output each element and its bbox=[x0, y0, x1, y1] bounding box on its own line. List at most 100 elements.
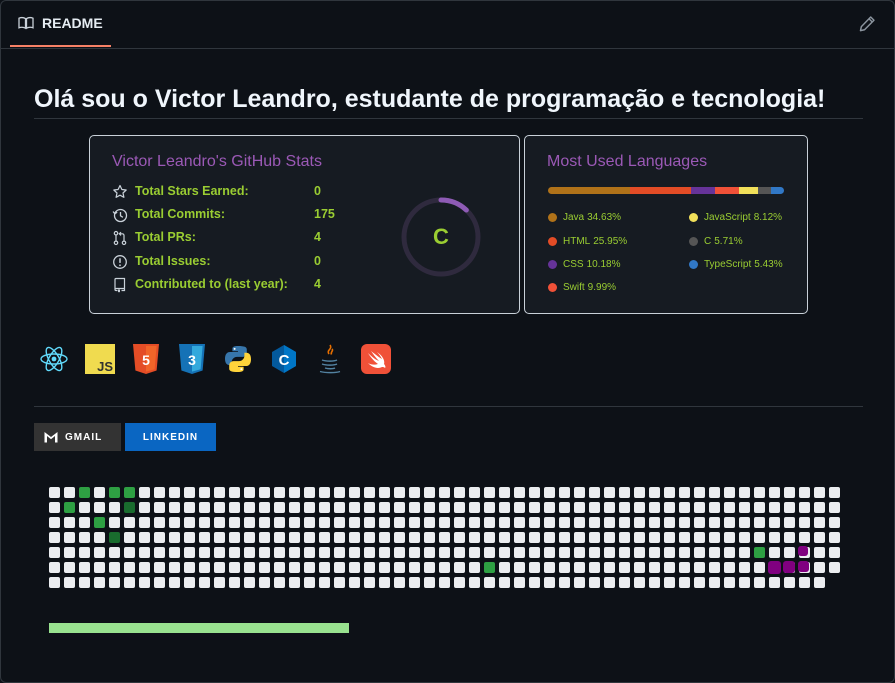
contribution-cell bbox=[589, 532, 600, 543]
react-icon[interactable] bbox=[37, 342, 70, 375]
contribution-cell bbox=[649, 562, 660, 573]
edit-readme-button[interactable] bbox=[858, 15, 876, 33]
contribution-cell bbox=[364, 502, 375, 513]
contribution-cell bbox=[64, 517, 75, 528]
contribution-cell bbox=[139, 532, 150, 543]
contribution-cell bbox=[724, 547, 735, 558]
contribution-cell bbox=[214, 577, 225, 588]
contribution-cell bbox=[79, 502, 90, 513]
contribution-cell bbox=[379, 547, 390, 558]
language-dot bbox=[689, 259, 698, 269]
contribution-cell bbox=[184, 577, 195, 588]
divider bbox=[34, 406, 863, 407]
contribution-cell bbox=[139, 547, 150, 558]
github-stats-card[interactable]: Victor Leandro's GitHub Stats Total Star… bbox=[89, 135, 520, 314]
contribution-cell bbox=[64, 577, 75, 588]
contribution-cell bbox=[589, 487, 600, 498]
rank-grade: C bbox=[433, 224, 449, 249]
contribution-cell bbox=[709, 577, 720, 588]
contribution-cell bbox=[439, 562, 450, 573]
svg-text:5: 5 bbox=[142, 352, 150, 368]
contribution-cell bbox=[79, 487, 90, 498]
contribution-cell bbox=[319, 502, 330, 513]
linkedin-badge-label: LINKEDIN bbox=[142, 431, 199, 443]
swift-icon[interactable] bbox=[359, 342, 392, 375]
contribution-cell bbox=[754, 502, 765, 513]
contribution-cell bbox=[199, 577, 210, 588]
contribution-cell bbox=[619, 487, 630, 498]
contribution-cell bbox=[754, 517, 765, 528]
contribution-cell bbox=[619, 532, 630, 543]
contribution-cell bbox=[229, 577, 240, 588]
contribution-cell bbox=[439, 487, 450, 498]
contribution-cell bbox=[499, 487, 510, 498]
language-item: C 5.71% bbox=[689, 234, 743, 248]
contribution-cell bbox=[769, 517, 780, 528]
contribution-cell bbox=[409, 547, 420, 558]
contribution-cell bbox=[469, 517, 480, 528]
contribution-cell bbox=[184, 517, 195, 528]
contribution-cell bbox=[199, 517, 210, 528]
gmail-badge[interactable]: GMAIL bbox=[34, 423, 121, 451]
contribution-cell bbox=[139, 517, 150, 528]
contribution-cell bbox=[229, 547, 240, 558]
contribution-cell bbox=[214, 562, 225, 573]
contribution-cell bbox=[619, 562, 630, 573]
contribution-cell bbox=[589, 562, 600, 573]
java-icon[interactable] bbox=[313, 342, 346, 375]
python-icon[interactable] bbox=[221, 342, 254, 375]
contribution-cell bbox=[289, 547, 300, 558]
contribution-cell bbox=[604, 532, 615, 543]
contribution-cell bbox=[544, 487, 555, 498]
contribution-cell bbox=[499, 562, 510, 573]
contribution-cell bbox=[634, 517, 645, 528]
top-languages-card[interactable]: Most Used Languages Java 34.63% HTML 25.… bbox=[524, 135, 808, 314]
contribution-cell bbox=[769, 577, 780, 588]
contribution-cell bbox=[364, 487, 375, 498]
linkedin-badge[interactable]: LINKEDIN bbox=[125, 423, 216, 451]
contribution-cell bbox=[724, 562, 735, 573]
contribution-cell bbox=[454, 547, 465, 558]
contribution-cell bbox=[244, 547, 255, 558]
contribution-cell bbox=[124, 562, 135, 573]
css3-icon[interactable]: 3 bbox=[175, 342, 208, 375]
javascript-icon[interactable]: JS bbox=[83, 342, 116, 375]
contribution-cell bbox=[409, 562, 420, 573]
contribution-cell bbox=[814, 562, 825, 573]
contribution-cell bbox=[274, 547, 285, 558]
contribution-cell bbox=[289, 577, 300, 588]
contribution-cell bbox=[49, 562, 60, 573]
contribution-cell bbox=[604, 517, 615, 528]
contribution-cell bbox=[529, 487, 540, 498]
contribution-cell bbox=[739, 517, 750, 528]
readme-tab[interactable]: README bbox=[10, 1, 111, 47]
stat-value: 4 bbox=[314, 277, 321, 291]
language-dot bbox=[689, 212, 698, 222]
language-dot bbox=[689, 236, 698, 246]
stat-row-prs: Total PRs: 4 bbox=[112, 228, 321, 248]
contribution-cell bbox=[169, 562, 180, 573]
contribution-cell bbox=[319, 562, 330, 573]
language-bar-segment bbox=[771, 187, 784, 194]
contribution-cell bbox=[829, 502, 840, 513]
contribution-cell bbox=[754, 547, 765, 558]
contribution-cell bbox=[739, 487, 750, 498]
contribution-cell bbox=[349, 562, 360, 573]
contribution-cell bbox=[514, 577, 525, 588]
contribution-cell bbox=[394, 562, 405, 573]
language-bar-segment bbox=[690, 187, 715, 194]
contribution-cell bbox=[64, 547, 75, 558]
language-bar-segment bbox=[629, 187, 691, 194]
contribution-cell bbox=[754, 562, 765, 573]
html5-icon[interactable]: 5 bbox=[129, 342, 162, 375]
contribution-cell bbox=[49, 532, 60, 543]
contribution-cell bbox=[784, 487, 795, 498]
contribution-cell bbox=[574, 547, 585, 558]
contribution-cell bbox=[259, 547, 270, 558]
contribution-cell bbox=[259, 577, 270, 588]
contribution-cell bbox=[694, 487, 705, 498]
c-language-icon[interactable]: C bbox=[267, 342, 300, 375]
contribution-cell bbox=[814, 532, 825, 543]
contribution-cell bbox=[304, 547, 315, 558]
svg-text:JS: JS bbox=[97, 359, 113, 374]
